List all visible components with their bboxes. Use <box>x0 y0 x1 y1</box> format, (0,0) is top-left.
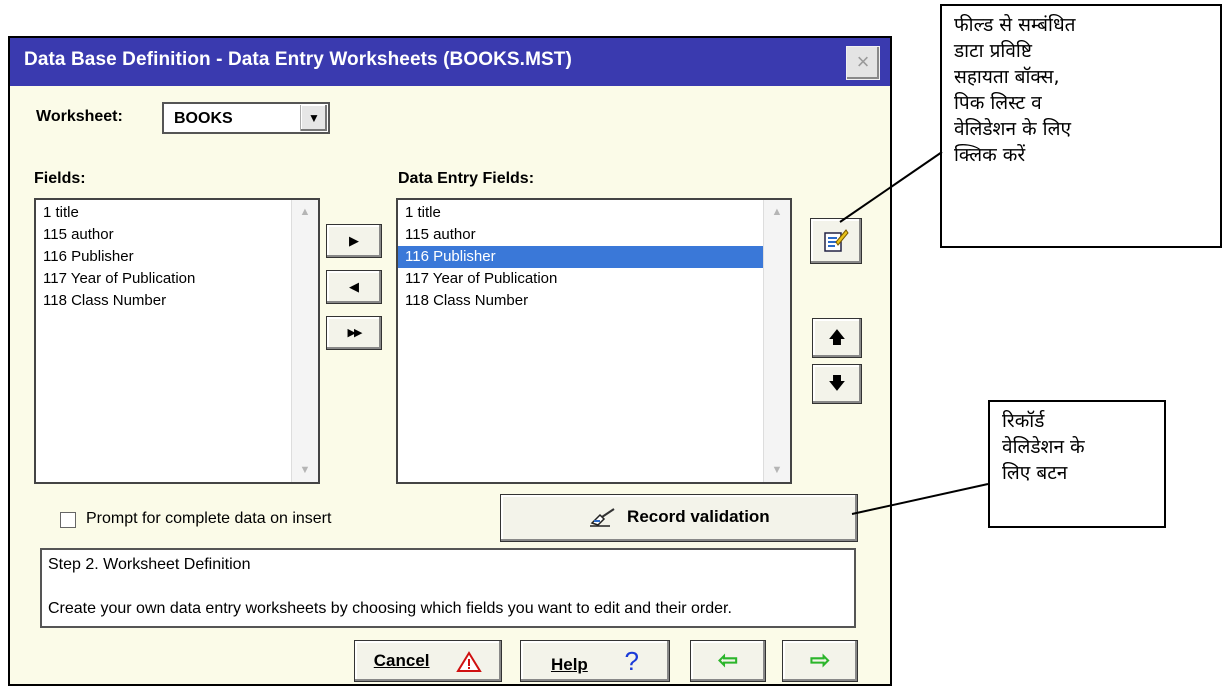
field-helper-button[interactable] <box>810 218 862 264</box>
worksheet-value: BOOKS <box>174 110 233 127</box>
callout-line: डाटा प्रविष्टि <box>954 40 1032 62</box>
dialog-title: Data Base Definition - Data Entry Worksh… <box>24 49 572 70</box>
move-down-button[interactable]: 🡇 <box>812 364 862 404</box>
warning-icon <box>456 650 483 672</box>
entry-list-item[interactable]: 115 author <box>398 224 790 246</box>
fields-list[interactable]: 1 title 115 author 116 Publisher 117 Year o… <box>34 198 320 484</box>
callout-line: लिए बटन <box>1002 462 1068 484</box>
title-bar: Data Base Definition - Data Entry Worksh… <box>10 36 890 86</box>
cancel-button[interactable]: Cancel <box>354 640 502 682</box>
edit-icon <box>824 229 849 252</box>
entry-list-item[interactable]: 118 Class Number <box>398 290 790 312</box>
entry-scrollbar[interactable]: ▲ ▼ <box>763 200 790 482</box>
data-entry-fields-list[interactable]: 1 title 115 author 116 Publisher 117 Year o… <box>396 198 792 484</box>
help-label: Help <box>550 655 588 674</box>
step-text: Create your own data entry worksheets by… <box>48 600 732 617</box>
callout-line: फील्ड से सम्बंधित <box>954 14 1076 36</box>
worksheet-label: Worksheet: <box>36 108 123 125</box>
scroll-up-icon[interactable]: ▲ <box>296 203 314 221</box>
entry-list-item[interactable]: 1 title <box>398 202 790 224</box>
prompt-complete-data-checkbox[interactable] <box>60 512 76 528</box>
callout-line: सहायता बॉक्स, <box>954 66 1060 88</box>
callout-line: क्लिक करें <box>954 144 1026 166</box>
question-icon: ? <box>624 646 640 676</box>
callout-line: वेलिडेशन के लिए <box>954 118 1071 140</box>
help-button[interactable]: Help ? <box>520 640 670 682</box>
move-left-button[interactable]: ◀ <box>326 270 382 304</box>
record-validation-label: Record validation <box>627 507 770 526</box>
record-validation-button[interactable]: Record validation <box>500 494 858 542</box>
field-list-item[interactable]: 118 Class Number <box>36 290 318 312</box>
data-entry-fields-label: Data Entry Fields: <box>398 170 535 187</box>
field-list-item[interactable]: 116 Publisher <box>36 246 318 268</box>
field-list-item[interactable]: 115 author <box>36 224 318 246</box>
prompt-complete-data-label: Prompt for complete data on insert <box>86 510 332 527</box>
move-right-button[interactable]: ▶ <box>326 224 382 258</box>
entry-list-item[interactable]: 116 Publisher <box>398 246 790 268</box>
scroll-down-icon[interactable]: ▼ <box>296 461 314 479</box>
scroll-up-icon[interactable]: ▲ <box>768 203 786 221</box>
callout-line: पिक लिस्ट व <box>954 92 1042 114</box>
back-button[interactable]: ⇦ <box>690 640 766 682</box>
cancel-label: Cancel <box>373 651 430 670</box>
entry-list-item[interactable]: 117 Year of Publication <box>398 268 790 290</box>
next-button[interactable]: ⇨ <box>782 640 858 682</box>
chevron-down-icon[interactable]: ▼ <box>300 105 327 131</box>
callout-line: रिकॉर्ड <box>1002 410 1045 432</box>
move-up-button[interactable]: 🡅 <box>812 318 862 358</box>
fields-scrollbar[interactable]: ▲ ▼ <box>291 200 318 482</box>
step-title: Step 2. Worksheet Definition <box>48 556 251 573</box>
worksheet-select[interactable]: BOOKS ▼ <box>162 102 330 134</box>
field-list-item[interactable]: 1 title <box>36 202 318 224</box>
validation-icon <box>590 507 615 527</box>
move-all-button[interactable]: ▶▶ <box>326 316 382 350</box>
scroll-down-icon[interactable]: ▼ <box>768 461 786 479</box>
step-description: Step 2. Worksheet Definition Create your… <box>40 548 856 628</box>
callout-line: वेलिडेशन के <box>1002 436 1085 458</box>
field-help-callout: फील्ड से सम्बंधित डाटा प्रविष्टि सहायता बॉ… <box>940 4 1222 248</box>
fields-label: Fields: <box>34 170 86 187</box>
field-list-item[interactable]: 117 Year of Publication <box>36 268 318 290</box>
close-button[interactable]: × <box>846 46 880 80</box>
record-validation-callout: रिकॉर्ड वेलिडेशन के लिए बटन <box>988 400 1166 528</box>
